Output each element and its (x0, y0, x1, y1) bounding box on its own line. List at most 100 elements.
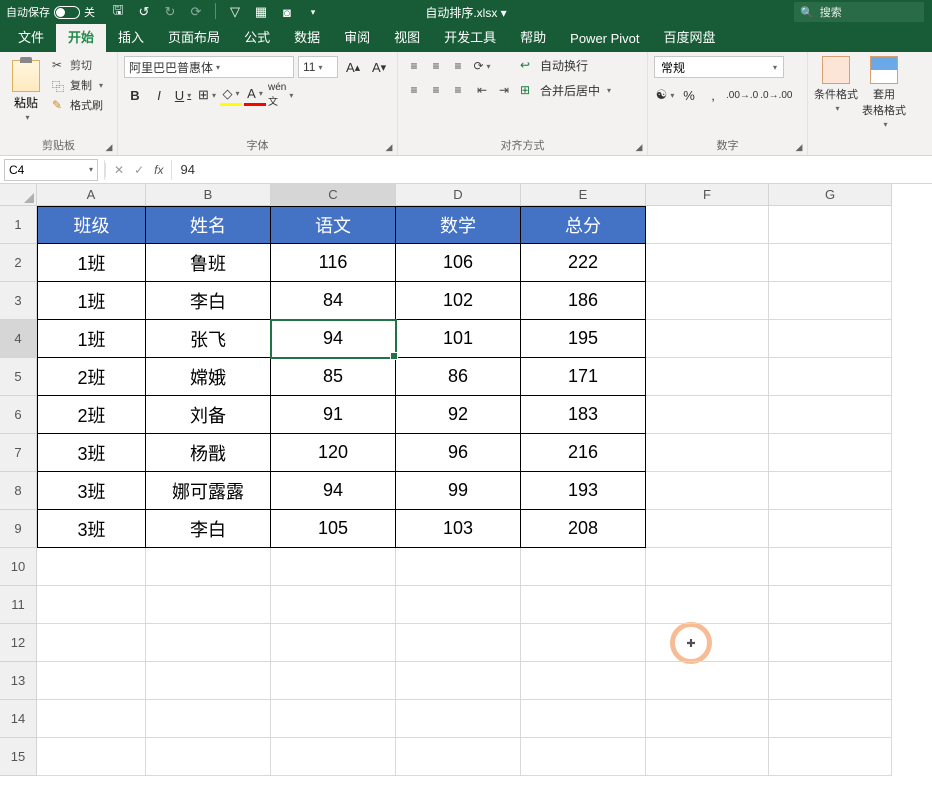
number-format-combo[interactable]: 常规▾ (654, 56, 784, 78)
orientation-icon[interactable]: ⟳▾ (472, 56, 492, 76)
tab-insert[interactable]: 插入 (106, 21, 156, 52)
chevron-down-icon[interactable]: ▾ (86, 165, 93, 174)
increase-decimal-icon[interactable]: .00→.0 (726, 84, 758, 106)
copy-button[interactable]: 复制▾ (50, 76, 105, 94)
cell-E5[interactable]: 171 (521, 358, 646, 396)
merge-center-button[interactable]: 合并后居中▾ (518, 81, 613, 100)
cell-G10[interactable] (769, 548, 892, 586)
tab-help[interactable]: 帮助 (508, 21, 558, 52)
cell-G8[interactable] (769, 472, 892, 510)
cell-F8[interactable] (646, 472, 769, 510)
cell-B2[interactable]: 鲁班 (146, 244, 271, 282)
cell-D7[interactable]: 96 (396, 434, 521, 472)
row-header[interactable]: 12 (0, 624, 37, 662)
cell-E4[interactable]: 195 (521, 320, 646, 358)
cell-A12[interactable] (37, 624, 146, 662)
row-header[interactable]: 4 (0, 320, 37, 358)
format-as-table-button[interactable]: 套用 表格格式▾ (862, 56, 906, 135)
cell-D3[interactable]: 102 (396, 282, 521, 320)
cell-E9[interactable]: 208 (521, 510, 646, 548)
cell-E10[interactable] (521, 548, 646, 586)
bold-button[interactable]: B (124, 84, 146, 106)
cell-F13[interactable] (646, 662, 769, 700)
underline-button[interactable]: U▾ (172, 84, 194, 106)
cell-C15[interactable] (271, 738, 396, 776)
cut-button[interactable]: 剪切 (50, 56, 105, 74)
font-name-combo[interactable]: 阿里巴巴普惠体▾ (124, 56, 294, 78)
cell-F3[interactable] (646, 282, 769, 320)
select-all-button[interactable] (0, 184, 37, 206)
redo-icon[interactable]: ↻ (161, 3, 179, 21)
tab-powerpivot[interactable]: Power Pivot (558, 25, 651, 52)
phonetic-button[interactable]: wén文▾ (268, 84, 293, 106)
filter-icon[interactable]: ▽ (226, 3, 244, 21)
cell-B1[interactable]: 姓名 (146, 206, 271, 244)
cell-F2[interactable] (646, 244, 769, 282)
cell-B14[interactable] (146, 700, 271, 738)
increase-indent-icon[interactable]: ⇥ (494, 80, 514, 100)
row-header[interactable]: 2 (0, 244, 37, 282)
row-header[interactable]: 5 (0, 358, 37, 396)
dialog-launcher-icon[interactable]: ◢ (383, 141, 395, 153)
accounting-format-icon[interactable]: ☯▾ (654, 84, 676, 106)
align-right-icon[interactable]: ≡ (448, 80, 468, 100)
formula-input[interactable]: 94 (172, 162, 932, 177)
cell-D11[interactable] (396, 586, 521, 624)
cell-B13[interactable] (146, 662, 271, 700)
chevron-down-icon[interactable]: ▾ (213, 63, 220, 72)
cell-A9[interactable]: 3班 (37, 510, 146, 548)
cell-G15[interactable] (769, 738, 892, 776)
cell-E1[interactable]: 总分 (521, 206, 646, 244)
cell-E12[interactable] (521, 624, 646, 662)
tab-layout[interactable]: 页面布局 (156, 21, 232, 52)
decrease-decimal-icon[interactable]: .0→.00 (760, 84, 792, 106)
column-header-D[interactable]: D (396, 184, 521, 206)
chevron-down-icon[interactable]: ▾ (22, 113, 29, 122)
cell-G1[interactable] (769, 206, 892, 244)
cell-D10[interactable] (396, 548, 521, 586)
cell-B9[interactable]: 李白 (146, 510, 271, 548)
chevron-down-icon[interactable]: ▾ (315, 63, 322, 72)
column-header-B[interactable]: B (146, 184, 271, 206)
cell-A3[interactable]: 1班 (37, 282, 146, 320)
cell-D5[interactable]: 86 (396, 358, 521, 396)
enter-icon[interactable]: ✓ (134, 163, 144, 177)
cell-F14[interactable] (646, 700, 769, 738)
cell-C3[interactable]: 84 (271, 282, 396, 320)
cell-D12[interactable] (396, 624, 521, 662)
align-left-icon[interactable]: ≡ (404, 80, 424, 100)
decrease-font-icon[interactable]: A▾ (368, 56, 390, 78)
cell-A8[interactable]: 3班 (37, 472, 146, 510)
align-top-icon[interactable]: ≡ (404, 56, 424, 76)
cell-C11[interactable] (271, 586, 396, 624)
dialog-launcher-icon[interactable]: ◢ (103, 141, 115, 153)
cell-D9[interactable]: 103 (396, 510, 521, 548)
font-size-combo[interactable]: 11▾ (298, 56, 338, 78)
cell-C12[interactable] (271, 624, 396, 662)
cell-D14[interactable] (396, 700, 521, 738)
cell-G5[interactable] (769, 358, 892, 396)
cell-A11[interactable] (37, 586, 146, 624)
cell-B4[interactable]: 张飞 (146, 320, 271, 358)
touch-mode-icon[interactable]: ⟳ (187, 3, 205, 21)
row-header[interactable]: 7 (0, 434, 37, 472)
cell-B3[interactable]: 李白 (146, 282, 271, 320)
decrease-indent-icon[interactable]: ⇤ (472, 80, 492, 100)
cell-G12[interactable] (769, 624, 892, 662)
save-icon[interactable]: 🖫 (109, 3, 127, 21)
comma-icon[interactable]: , (702, 84, 724, 106)
row-header[interactable]: 9 (0, 510, 37, 548)
align-bottom-icon[interactable]: ≡ (448, 56, 468, 76)
cell-C2[interactable]: 116 (271, 244, 396, 282)
cell-F4[interactable] (646, 320, 769, 358)
cell-G11[interactable] (769, 586, 892, 624)
cell-E7[interactable]: 216 (521, 434, 646, 472)
column-header-A[interactable]: A (37, 184, 146, 206)
cell-A15[interactable] (37, 738, 146, 776)
row-header[interactable]: 1 (0, 206, 37, 244)
cell-F9[interactable] (646, 510, 769, 548)
cell-A10[interactable] (37, 548, 146, 586)
cell-D1[interactable]: 数学 (396, 206, 521, 244)
dialog-launcher-icon[interactable]: ◢ (633, 141, 645, 153)
cell-A5[interactable]: 2班 (37, 358, 146, 396)
